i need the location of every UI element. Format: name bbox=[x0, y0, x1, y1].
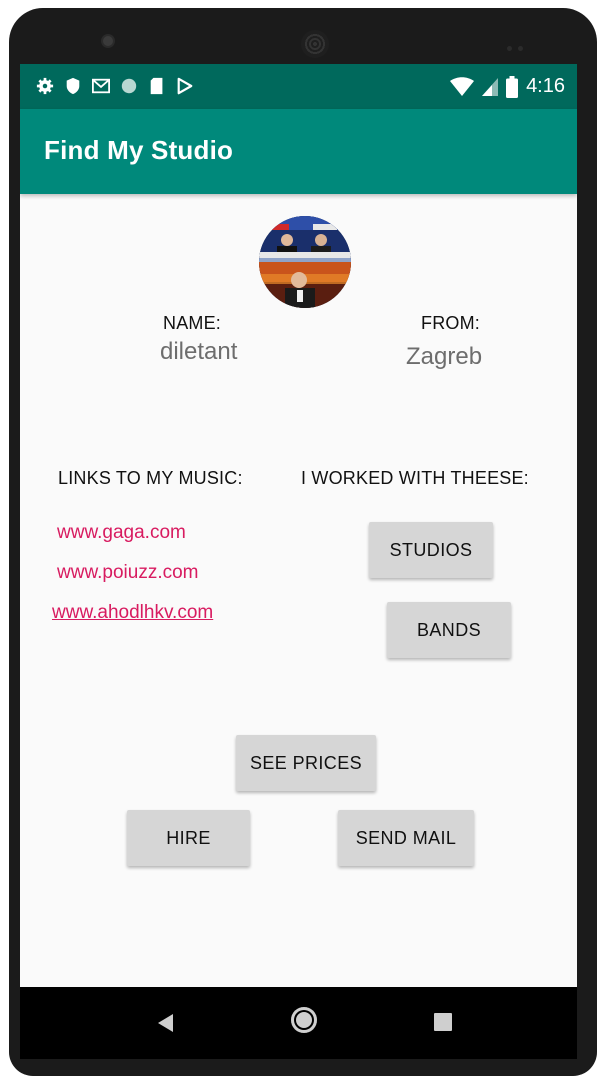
links-heading: LINKS TO MY MUSIC: bbox=[58, 468, 243, 488]
navigation-bar bbox=[20, 987, 577, 1059]
shield-icon bbox=[66, 77, 80, 95]
gmail-icon bbox=[92, 78, 110, 94]
studios-button[interactable]: STUDIOS bbox=[369, 522, 493, 578]
sd-card-icon bbox=[150, 77, 163, 95]
app-bar: Find My Studio bbox=[20, 109, 577, 194]
notification-icons bbox=[36, 77, 194, 95]
hire-button[interactable]: HIRE bbox=[127, 810, 250, 866]
profile-avatar[interactable] bbox=[259, 216, 351, 308]
name-value: diletant bbox=[160, 338, 238, 365]
status-bar: 4:16 bbox=[20, 64, 577, 109]
circle-icon bbox=[121, 78, 137, 94]
music-link-2[interactable]: www.poiuzz.com bbox=[57, 562, 199, 584]
avatar-image bbox=[259, 216, 351, 308]
worked-with-heading: I WORKED WITH THEESE: bbox=[301, 468, 529, 488]
name-label: NAME: bbox=[163, 313, 222, 333]
music-link-1[interactable]: www.gaga.com bbox=[57, 522, 186, 544]
recent-apps-icon[interactable] bbox=[434, 1013, 452, 1031]
back-icon[interactable] bbox=[158, 1014, 173, 1032]
from-value: Zagreb bbox=[406, 343, 483, 370]
play-store-icon bbox=[177, 77, 193, 95]
clock: 4:16 bbox=[526, 75, 565, 97]
wifi-icon bbox=[450, 76, 475, 96]
proximity-sensor bbox=[507, 38, 537, 51]
music-link-3[interactable]: www.ahodlhkv.com bbox=[52, 602, 213, 624]
see-prices-button[interactable]: SEE PRICES bbox=[236, 735, 376, 791]
send-mail-button[interactable]: SEND MAIL bbox=[338, 810, 474, 866]
system-status: 4:16 bbox=[450, 75, 565, 98]
home-icon[interactable] bbox=[291, 1007, 317, 1033]
bands-button[interactable]: BANDS bbox=[387, 602, 511, 658]
gear-icon bbox=[36, 77, 54, 95]
earpiece-speaker bbox=[301, 30, 329, 58]
app-title: Find My Studio bbox=[44, 135, 234, 165]
front-camera bbox=[103, 36, 113, 46]
battery-icon bbox=[506, 75, 519, 98]
app-screen: 4:16 Find My Studio NAME: diletant FROM:… bbox=[20, 64, 577, 987]
signal-icon bbox=[482, 77, 499, 96]
from-label: FROM: bbox=[421, 313, 480, 333]
